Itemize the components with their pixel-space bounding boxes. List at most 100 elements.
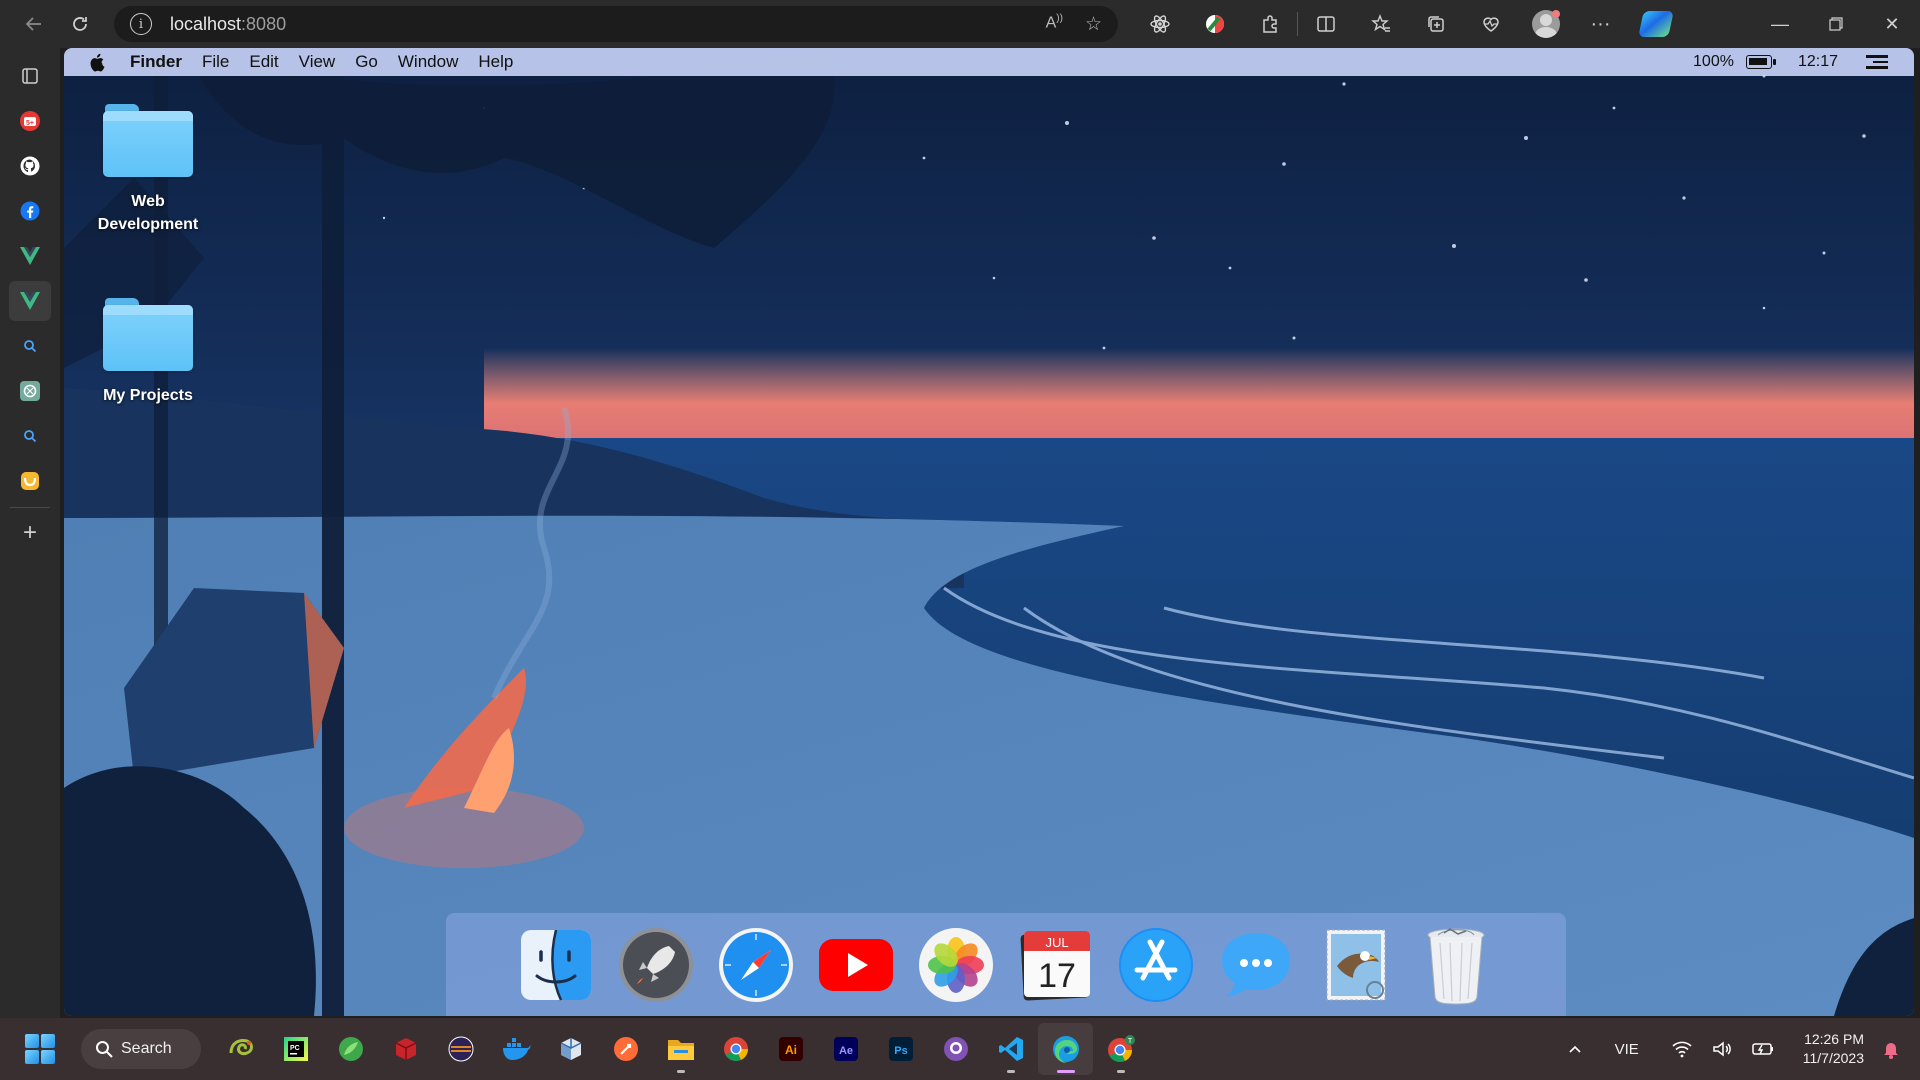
minimize-button[interactable]: — [1752, 4, 1808, 44]
taskbar-app-eclipse-icon[interactable] [433, 1023, 488, 1075]
chatgpt-icon[interactable] [9, 371, 51, 411]
calendar-day: 17 [1038, 957, 1076, 995]
desktop-folder-web-development[interactable]: Web Development [88, 104, 208, 236]
taskbar-app-postman-icon[interactable] [598, 1023, 653, 1075]
search-icon[interactable] [9, 326, 51, 366]
svg-text:Ps: Ps [894, 1045, 907, 1057]
shopping-extension-icon[interactable]: 5+ [9, 101, 51, 141]
vue-icon[interactable] [9, 236, 51, 276]
menu-window[interactable]: Window [398, 52, 458, 72]
messages-icon[interactable] [1216, 925, 1296, 1005]
extensions-icon[interactable] [1242, 4, 1297, 44]
taskbar-app-illustrator-icon[interactable]: Ai [763, 1023, 818, 1075]
color-extension-icon[interactable] [1187, 4, 1242, 44]
split-screen-icon[interactable] [1298, 4, 1353, 44]
browser-essentials-icon[interactable] [1463, 4, 1518, 44]
mail-icon[interactable] [1316, 925, 1396, 1005]
favorites-icon[interactable] [1353, 4, 1408, 44]
calendar-icon[interactable]: JUL 17 [1016, 925, 1096, 1005]
svg-text:Ai: Ai [785, 1043, 797, 1057]
control-center-icon[interactable] [1866, 55, 1888, 69]
taskbar-search[interactable]: Search [81, 1029, 201, 1069]
taskbar-app-photoshop-icon[interactable]: Ps [873, 1023, 928, 1075]
collections-icon[interactable] [1408, 4, 1463, 44]
tab-actions-icon[interactable] [9, 56, 51, 96]
svg-text:5+: 5+ [26, 120, 34, 127]
taskbar-app-leaf-icon[interactable] [323, 1023, 378, 1075]
menubar-clock[interactable]: 12:17 [1798, 53, 1838, 71]
url-port: :8080 [241, 13, 287, 34]
menu-go[interactable]: Go [355, 52, 378, 72]
taskbar-app-file-explorer-icon[interactable] [653, 1023, 708, 1075]
facebook-icon[interactable] [9, 191, 51, 231]
menu-view[interactable]: View [299, 52, 336, 72]
battery-icon[interactable] [1751, 1040, 1775, 1058]
folder-label: Web Development [97, 193, 199, 233]
battery-icon[interactable] [1745, 55, 1776, 69]
taskbar-app-chrome-icon[interactable] [708, 1023, 763, 1075]
system-tray: VIE 12:26 PM 11/7/2023 [1567, 1030, 1900, 1068]
language-indicator[interactable]: VIE [1615, 1041, 1639, 1058]
copilot-icon[interactable] [1628, 4, 1683, 44]
taskbar-app-pycharm-icon[interactable]: PC [268, 1023, 323, 1075]
react-devtools-icon[interactable] [1132, 4, 1187, 44]
url-host: localhost [170, 13, 242, 34]
site-info-icon[interactable]: i [130, 13, 152, 35]
menu-edit[interactable]: Edit [249, 52, 278, 72]
search-icon[interactable] [9, 416, 51, 456]
browser-sidebar: 5+ + [0, 48, 60, 1018]
taskbar-app-docker-icon[interactable] [488, 1023, 543, 1075]
youtube-icon[interactable] [816, 925, 896, 1005]
refresh-button[interactable] [60, 4, 100, 44]
extension-icon[interactable] [9, 461, 51, 501]
chevron-up-icon[interactable] [1567, 1041, 1583, 1057]
windows-start-button[interactable] [25, 1034, 55, 1064]
launchpad-icon[interactable] [616, 925, 696, 1005]
taskbar-app-vscode-icon[interactable] [983, 1023, 1038, 1075]
taskbar-app-after-effects-icon[interactable]: Ae [818, 1023, 873, 1075]
finder-icon[interactable] [516, 925, 596, 1005]
back-button[interactable] [14, 4, 54, 44]
taskbar-app-edge-icon[interactable] [1038, 1023, 1093, 1075]
add-icon[interactable]: + [9, 513, 51, 553]
menu-help[interactable]: Help [478, 52, 513, 72]
taskbar-app-cube-icon[interactable] [378, 1023, 433, 1075]
volume-icon[interactable] [1711, 1040, 1733, 1058]
wifi-icon[interactable] [1671, 1040, 1693, 1058]
vue-icon[interactable] [9, 281, 51, 321]
desktop-folder-my-projects[interactable]: My Projects [88, 298, 208, 407]
menu-file[interactable]: File [202, 52, 229, 72]
battery-percent: 100% [1693, 53, 1734, 70]
apple-logo-icon[interactable] [88, 52, 108, 72]
svg-text:Ae: Ae [838, 1045, 852, 1057]
url-text[interactable]: localhost:8080 [170, 14, 286, 35]
address-bar[interactable]: i localhost:8080 A)) ☆ [114, 6, 1118, 42]
read-aloud-icon[interactable]: A)) [1046, 13, 1063, 36]
more-icon[interactable]: ··· [1573, 4, 1628, 44]
taskbar-clock[interactable]: 12:26 PM 11/7/2023 [1803, 1030, 1864, 1068]
taskbar-app-chrome-profile-icon[interactable]: T [1093, 1023, 1148, 1075]
wallpaper [64, 48, 1914, 1016]
taskbar-app-clion-icon[interactable] [213, 1023, 268, 1075]
close-button[interactable]: ✕ [1864, 4, 1920, 44]
photos-icon[interactable] [916, 925, 996, 1005]
restore-button[interactable] [1808, 4, 1864, 44]
calendar-month: JUL [1045, 935, 1068, 950]
github-icon[interactable] [9, 146, 51, 186]
safari-icon[interactable] [716, 925, 796, 1005]
taskbar-app-github-desktop-icon[interactable] [928, 1023, 983, 1075]
trash-icon[interactable] [1416, 925, 1496, 1005]
clock-date: 11/7/2023 [1802, 1050, 1864, 1066]
app-store-icon[interactable] [1116, 925, 1196, 1005]
taskbar-app-virtualbox-icon[interactable] [543, 1023, 598, 1075]
menu-app-name[interactable]: Finder [130, 52, 182, 72]
sidebar-divider [10, 507, 50, 508]
refresh-icon [73, 17, 87, 31]
restore-icon [1829, 17, 1843, 31]
favorite-star-icon[interactable]: ☆ [1085, 13, 1102, 36]
svg-text:PC: PC [290, 1045, 300, 1052]
folder-icon [103, 298, 193, 371]
profile-button[interactable] [1518, 4, 1573, 44]
windows-taskbar: Search PC Ai Ae Ps T VIE 12:26 PM 11/7/2… [0, 1018, 1920, 1080]
notification-bell-icon[interactable] [1882, 1039, 1900, 1059]
